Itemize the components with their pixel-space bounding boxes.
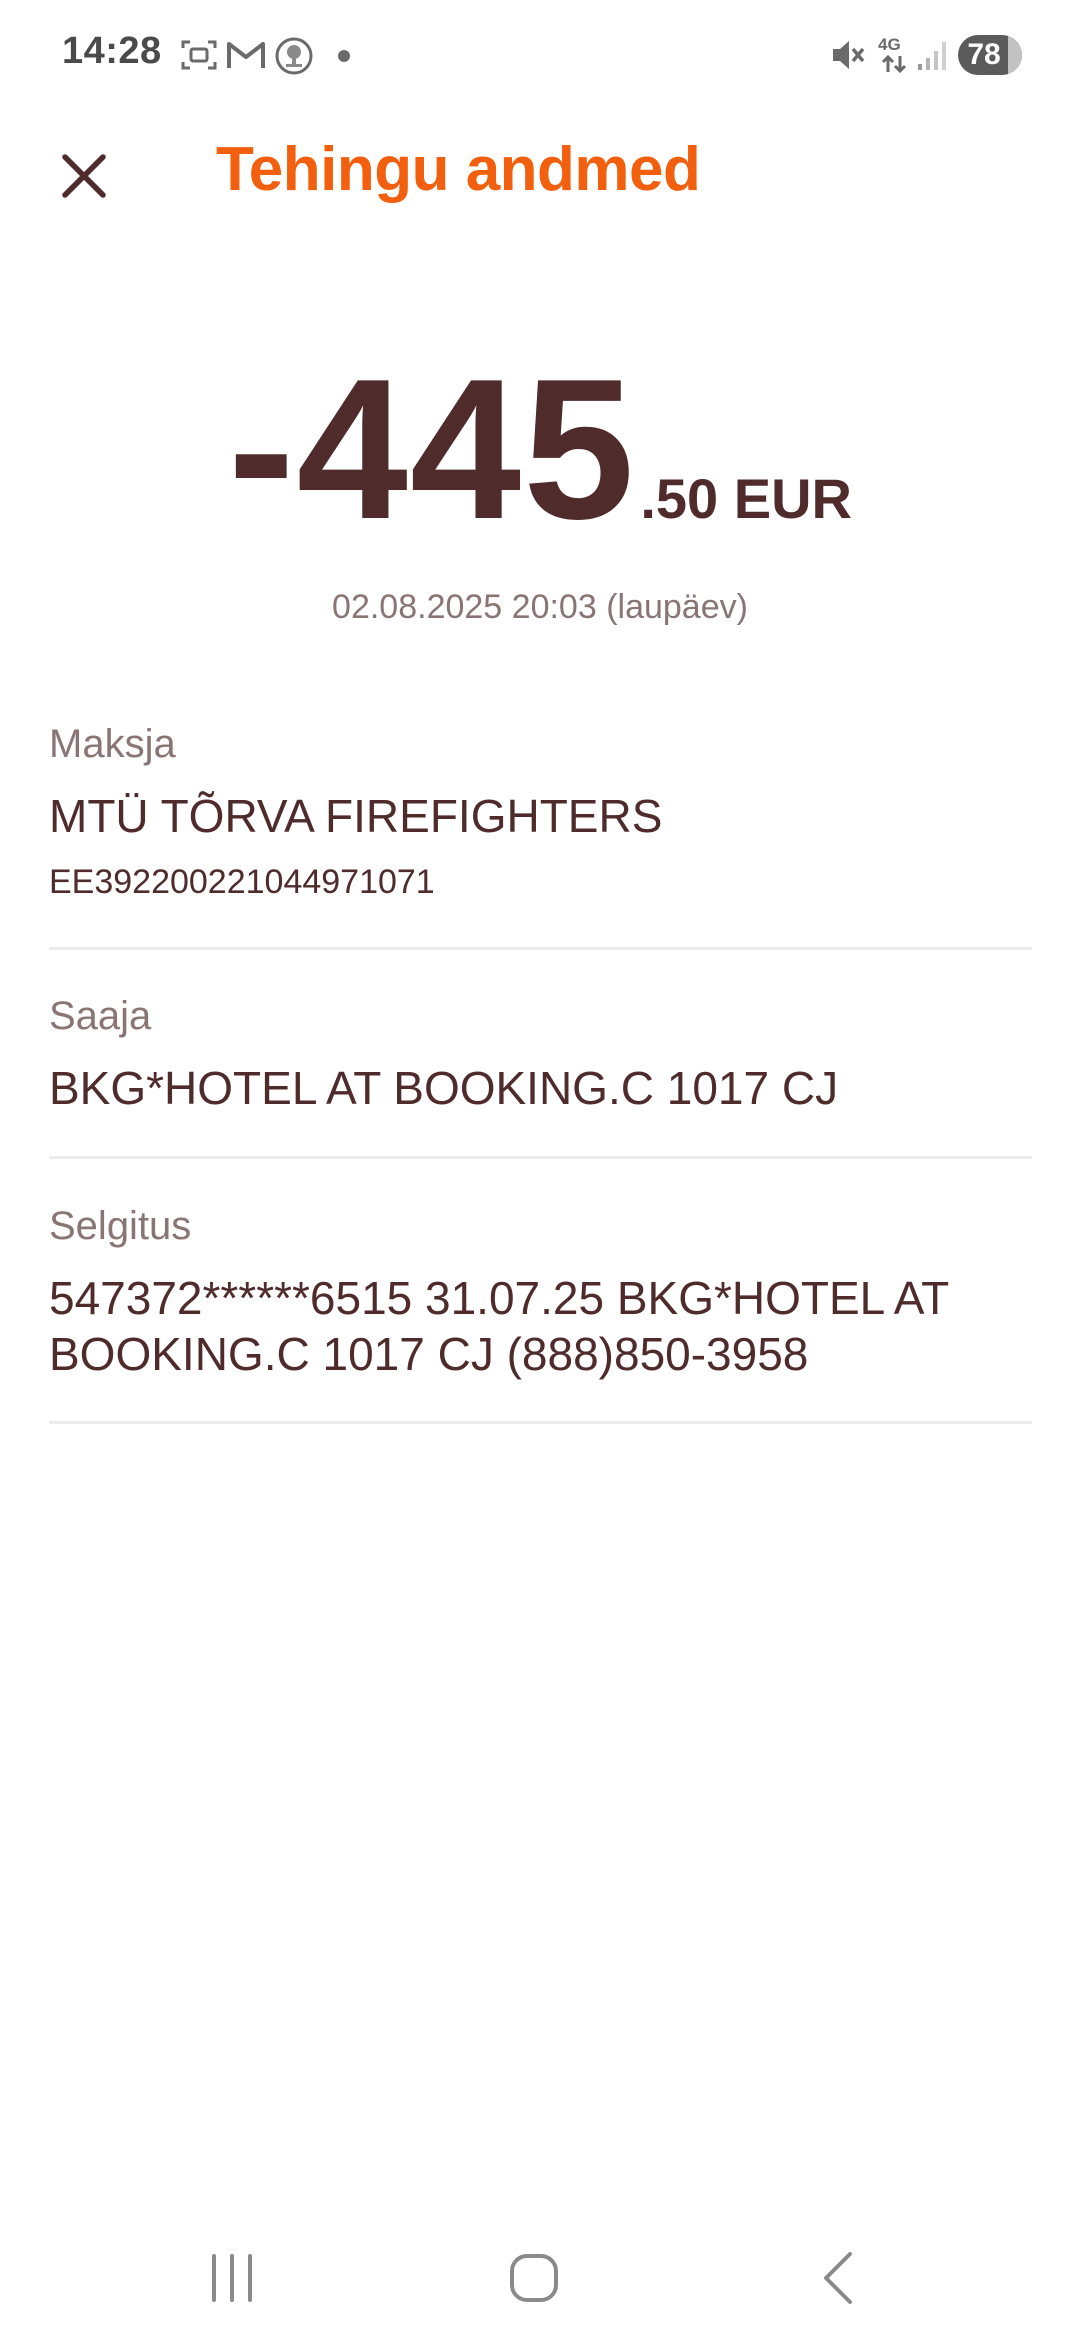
signal-icon — [918, 42, 946, 70]
recipient-label: Saaja — [49, 994, 152, 1038]
amount-decimal: .50 EUR — [640, 467, 852, 530]
data-arrows-icon — [881, 54, 907, 74]
home-button[interactable] — [474, 2238, 594, 2318]
status-bar: 14:28 4G 78 — [0, 0, 1080, 110]
app-badge-icon — [275, 37, 313, 75]
divider — [49, 1421, 1032, 1424]
description-label: Selgitus — [49, 1204, 192, 1248]
description-section: Selgitus 547372******6515 31.07.25 BKG*H… — [49, 1202, 1032, 1382]
screenshot-icon — [181, 40, 217, 70]
description-line-1: 547372******6515 31.07.25 BKG*HOTEL AT — [49, 1272, 950, 1324]
page-title: Tehingu andmed — [216, 135, 701, 204]
recent-apps-button[interactable] — [172, 2238, 292, 2318]
close-icon — [62, 154, 106, 198]
close-button[interactable] — [50, 142, 118, 210]
4g-icon: 4G — [878, 36, 914, 76]
payer-name: MTÜ TÕRVA FIREFIGHTERS — [49, 790, 663, 842]
payer-section: Maksja MTÜ TÕRVA FIREFIGHTERS EE39220022… — [49, 720, 1032, 904]
recipient-name: BKG*HOTEL AT BOOKING.C 1017 CJ — [49, 1062, 839, 1114]
amount-main: -445 — [228, 338, 637, 561]
recipient-section: Saaja BKG*HOTEL AT BOOKING.C 1017 CJ — [49, 992, 1032, 1116]
back-icon — [824, 2252, 852, 2304]
back-button[interactable] — [778, 2238, 898, 2318]
status-time: 14:28 — [62, 30, 162, 72]
battery-level: 78 — [967, 38, 1001, 71]
transaction-date: 02.08.2025 20:03 (laupäev) — [332, 588, 748, 626]
mute-icon — [833, 41, 865, 69]
payer-iban: EE392200221044971071 — [49, 863, 435, 902]
gmail-icon — [227, 42, 265, 68]
payer-label: Maksja — [49, 722, 176, 766]
recent-apps-icon — [212, 2254, 252, 2302]
divider — [49, 947, 1032, 950]
description-line-2: BOOKING.C 1017 CJ (888)850-3958 — [49, 1328, 809, 1381]
transaction-amount: -445.50 EUR — [0, 350, 1080, 550]
battery-icon: 78 — [958, 35, 1022, 75]
home-icon — [510, 2254, 558, 2302]
notification-dot — [338, 50, 350, 62]
divider — [49, 1156, 1032, 1159]
